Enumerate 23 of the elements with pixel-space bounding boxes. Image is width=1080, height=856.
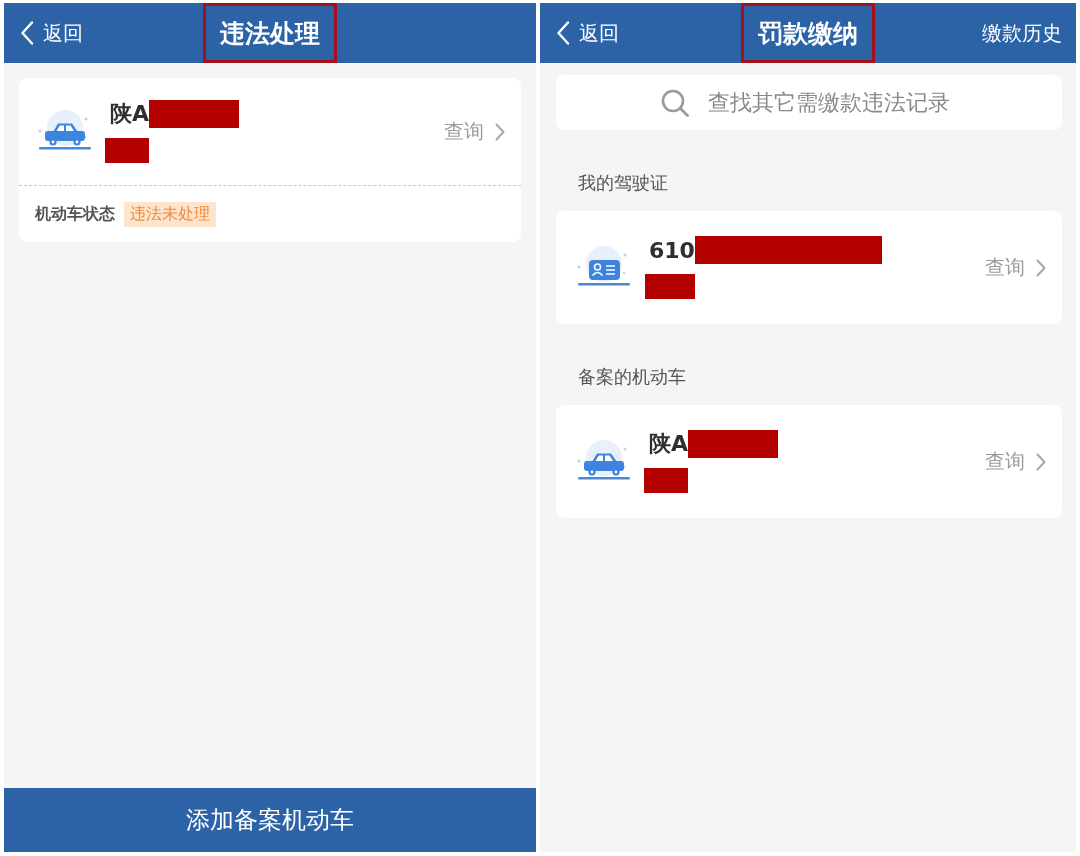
record-number: 610 [649, 237, 695, 263]
back-button[interactable]: 返回 [20, 19, 83, 47]
record-card[interactable]: 陕A 查询 [556, 405, 1062, 518]
back-chevron-icon [556, 21, 570, 45]
status-tag: 违法未处理 [124, 201, 216, 227]
chevron-right-icon [1036, 452, 1046, 471]
record-card[interactable]: 610 查询 [556, 211, 1062, 324]
record-card[interactable]: 陕A 查询 机动车状态 违法未处理 [19, 78, 521, 242]
record-number: 陕A [649, 430, 689, 458]
section-heading: 我的驾驶证 [577, 171, 669, 195]
chevron-right-icon [1036, 258, 1046, 277]
page-title: 违法处理 [220, 17, 320, 50]
chevron-right-icon [495, 122, 505, 141]
back-button[interactable]: 返回 [556, 19, 619, 47]
add-vehicle-button[interactable]: 添加备案机动车 [4, 788, 536, 852]
search-field[interactable]: 查找其它需缴款违法记录 [556, 75, 1062, 130]
record-number: 陕A [110, 100, 150, 128]
section-heading: 备案的机动车 [577, 365, 687, 389]
page-title: 罚款缴纳 [758, 17, 858, 50]
status-label: 机动车状态 [35, 203, 115, 225]
back-chevron-icon [20, 21, 34, 45]
search-icon [661, 89, 689, 117]
history-link[interactable]: 缴款历史 [982, 19, 1062, 47]
